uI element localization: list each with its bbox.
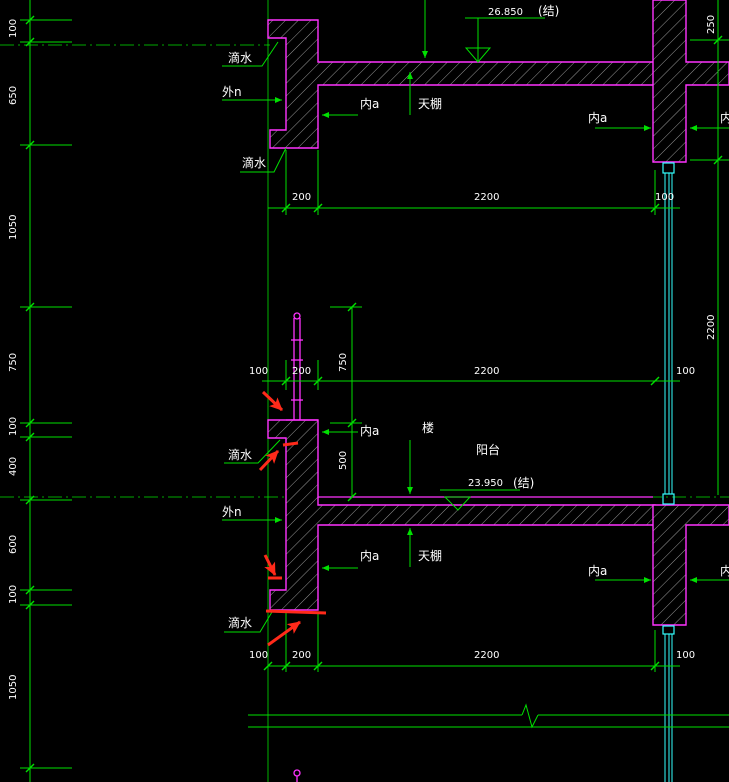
left-dim-9: 1050	[8, 675, 19, 700]
glazing-lines	[664, 173, 673, 782]
span-w3: 200	[292, 650, 311, 661]
left-dim-8: 100	[8, 585, 19, 604]
right-dim-top: 250	[706, 15, 717, 34]
note-interior-right-1: 内a	[588, 111, 607, 125]
elevation-middle-value: 23.950	[468, 478, 503, 489]
span-w1: 200	[292, 192, 311, 203]
note-interior-1: 内a	[360, 97, 379, 111]
note-exterior-2: 外n	[222, 505, 242, 519]
span-w1-right: 100	[655, 192, 674, 203]
note-ceiling-2: 天棚	[418, 548, 442, 563]
elevation-middle-suffix: (结)	[513, 476, 534, 490]
span-w1-span: 2200	[474, 192, 499, 203]
note-interior-2: 内a	[360, 424, 379, 438]
span-w2: 200	[292, 366, 311, 377]
reference-lines	[0, 0, 729, 782]
elevation-top-value: 26.850	[488, 7, 523, 18]
note-drip-2: 滴水	[242, 155, 266, 170]
left-dim-3: 1050	[8, 215, 19, 240]
span-w3-left: 100	[249, 650, 268, 661]
left-dim-2: 650	[8, 86, 19, 105]
elevation-top-suffix: (结)	[538, 4, 559, 18]
rail-height: 750	[338, 353, 349, 372]
note-drip-1: 滴水	[228, 50, 252, 65]
upper-wall-section	[267, 19, 656, 149]
note-interior-edge-1: 内	[720, 111, 729, 125]
span-w2-right: 100	[676, 366, 695, 377]
note-balcony: 阳台	[476, 442, 500, 457]
note-interior-3: 内a	[360, 549, 379, 563]
parapet-height: 500	[338, 451, 349, 470]
left-dim-1: 100	[8, 19, 19, 38]
note-ceiling-1: 天棚	[418, 96, 442, 111]
note-interior-right-2: 内a	[588, 564, 607, 578]
note-exterior-1: 外n	[222, 85, 242, 99]
note-interior-edge-2: 内	[720, 564, 729, 578]
left-dim-7: 600	[8, 535, 19, 554]
right-column-lower	[652, 493, 729, 635]
left-dim-6: 400	[8, 457, 19, 476]
lower-wall-section	[267, 419, 656, 611]
note-drip-4: 滴水	[228, 615, 252, 630]
note-drip-3: 滴水	[228, 447, 252, 462]
span-w2-left: 100	[249, 366, 268, 377]
span-w2-span: 2200	[474, 366, 499, 377]
span-w3-right: 100	[676, 650, 695, 661]
left-dimension-chain: 100 650 1050 750 100 400 600 100 1050	[8, 0, 72, 782]
note-floor: 楼	[422, 420, 434, 435]
cad-section-drawing: 100 650 1050 750 100 400 600 100 1050 25…	[0, 0, 729, 782]
left-dim-4: 750	[8, 353, 19, 372]
span-dimension-lines	[248, 150, 729, 729]
span-w3-span: 2200	[474, 650, 499, 661]
left-dim-5: 100	[8, 417, 19, 436]
right-dim-tall: 2200	[706, 315, 717, 340]
